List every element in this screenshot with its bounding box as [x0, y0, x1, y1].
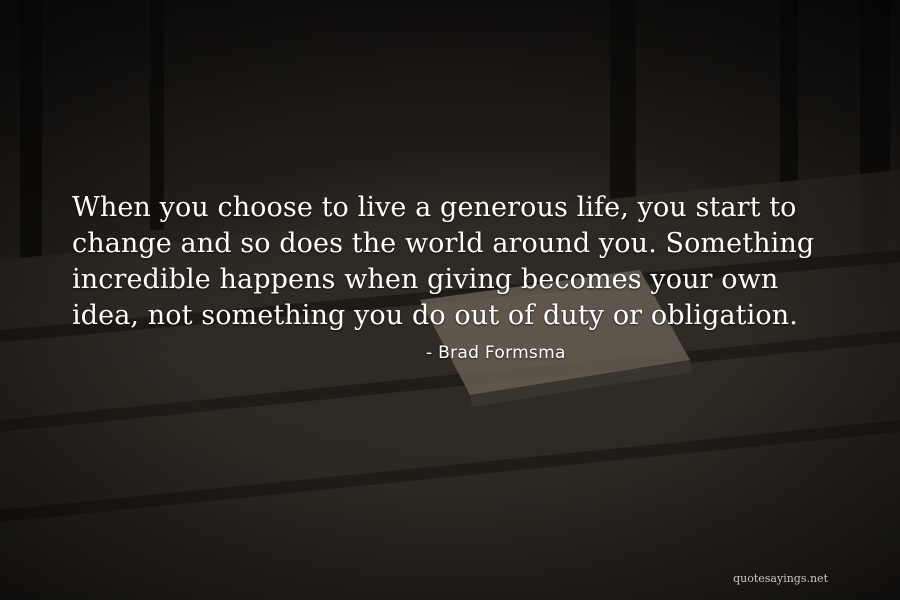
quote-text: When you choose to live a generous life,…	[72, 192, 815, 331]
quote-image: When you choose to live a generous life,…	[0, 0, 900, 600]
quote-block: When you choose to live a generous life,…	[72, 190, 832, 364]
watermark: quotesayings.net	[733, 572, 828, 585]
quote-author: - Brad Formsma	[426, 343, 566, 363]
